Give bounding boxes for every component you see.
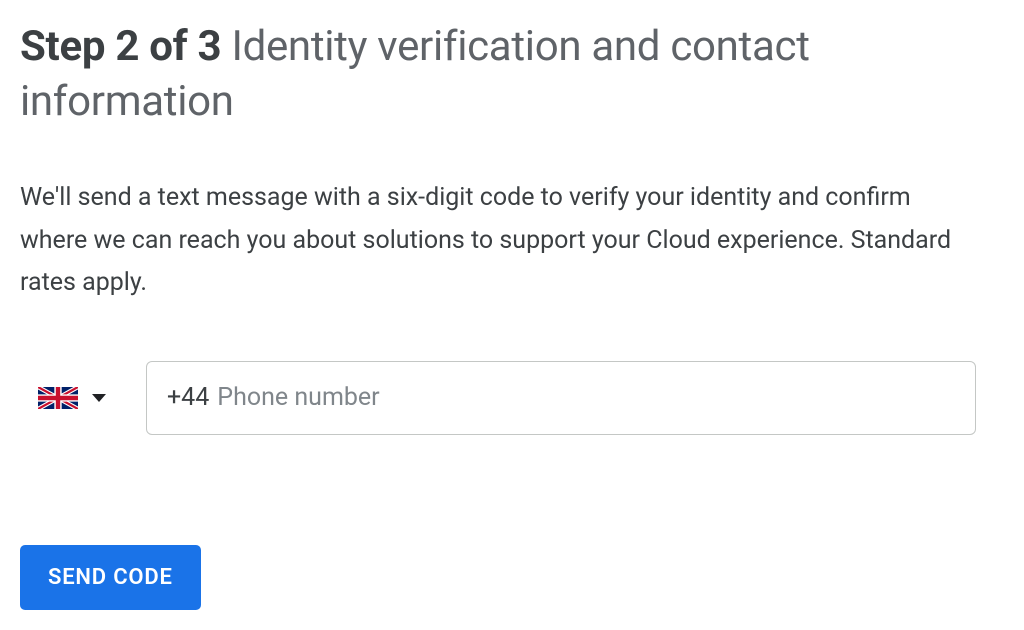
page-heading: Step 2 of 3 Identity verification and co… <box>20 20 1004 129</box>
dial-code-prefix: +44 <box>167 383 209 412</box>
country-code-selector[interactable] <box>20 387 106 409</box>
description-text: We'll send a text message with a six-dig… <box>20 177 980 305</box>
chevron-down-icon <box>92 394 106 402</box>
send-code-button[interactable]: SEND CODE <box>20 545 201 610</box>
step-label: Step 2 of 3 <box>20 22 221 71</box>
phone-number-input[interactable] <box>217 383 955 412</box>
phone-input-row: +44 <box>20 361 1004 435</box>
phone-input-container[interactable]: +44 <box>146 361 976 435</box>
uk-flag-icon <box>38 387 78 409</box>
